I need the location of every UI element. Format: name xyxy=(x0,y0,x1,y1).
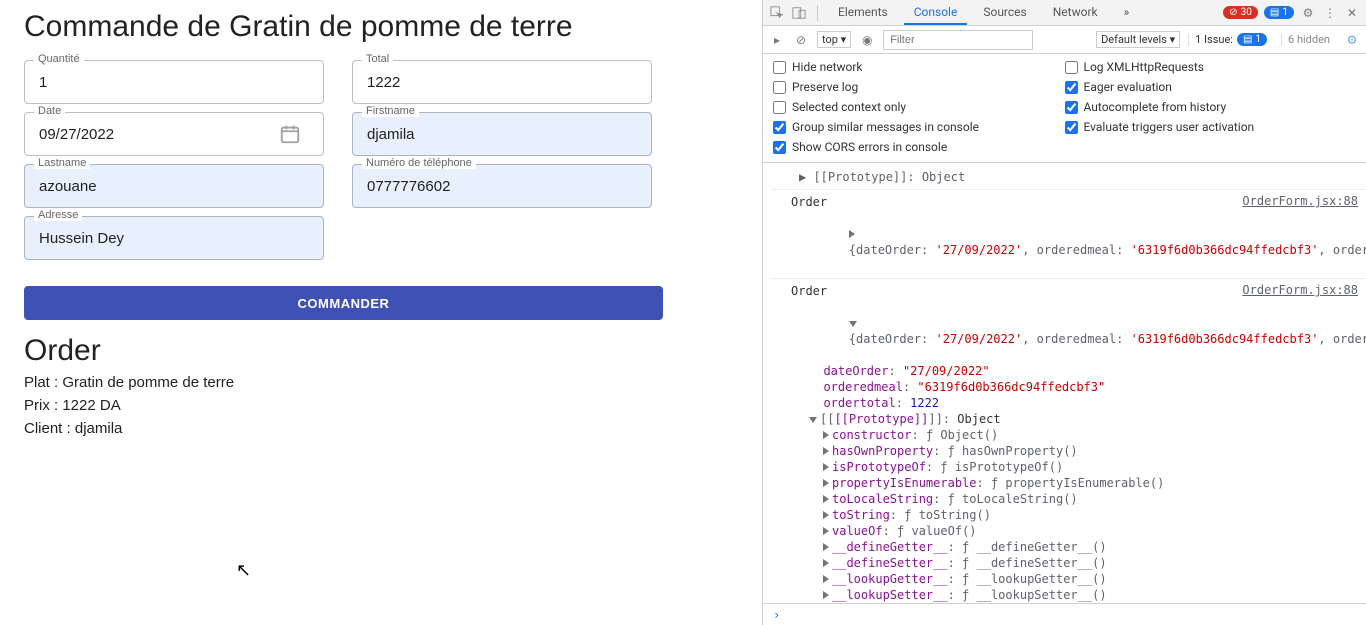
proto-toLocaleString[interactable]: toLocaleString: ƒ toLocaleString() xyxy=(823,491,1366,507)
console-output[interactable]: ▶ [[Prototype]]: Object OrderForm.jsx:88… xyxy=(763,163,1366,603)
order-client: Client : djamila xyxy=(24,420,738,437)
kebab-icon[interactable]: ⋮ xyxy=(1322,5,1338,21)
tel-field: Numéro de téléphone xyxy=(352,164,652,208)
total-field: Total xyxy=(352,60,652,104)
context-select[interactable]: top ▾ xyxy=(817,31,851,48)
log-xml-checkbox[interactable]: Log XMLHttpRequests xyxy=(1065,60,1357,74)
issues-indicator[interactable]: 1 Issue: ▤ 1 xyxy=(1188,33,1273,46)
devtools-toolbar-console: ▸ ⊘ top ▾ ◉ Default levels ▾ 1 Issue: ▤ … xyxy=(763,26,1366,54)
date-label: Date xyxy=(34,105,65,117)
source-link[interactable]: OrderForm.jsx:88 xyxy=(1242,283,1358,297)
devtools-panel: Elements Console Sources Network » ⊘ 30 … xyxy=(762,0,1366,625)
expand-icon[interactable] xyxy=(849,230,855,238)
address-input[interactable] xyxy=(24,216,324,260)
firstname-field: Firstname xyxy=(352,112,652,156)
prop-orderedmeal: orderedmeal: "6319f6d0b366dc94ffedcbf3" xyxy=(809,379,1366,395)
proto-defineSetter[interactable]: __defineSetter__: ƒ __defineSetter__() xyxy=(823,555,1366,571)
quantity-input[interactable] xyxy=(24,60,324,104)
autocomplete-checkbox[interactable]: Autocomplete from history xyxy=(1065,100,1357,114)
inspect-icon[interactable] xyxy=(769,5,785,21)
clear-console-icon[interactable]: ⊘ xyxy=(793,32,809,48)
prototype-line-top[interactable]: ▶ [[Prototype]]: Object xyxy=(771,165,1366,190)
proto-lookupGetter[interactable]: __lookupGetter__: ƒ __lookupGetter__() xyxy=(823,571,1366,587)
tel-input[interactable] xyxy=(352,164,652,208)
order-plat: Plat : Gratin de pomme de terre xyxy=(24,374,738,391)
log-object-collapsed[interactable]: {dateOrder: '27/09/2022', orderedmeal: '… xyxy=(791,210,1366,274)
date-input-wrapper: 09/27/2022 xyxy=(24,112,324,156)
levels-select[interactable]: Default levels ▾ xyxy=(1096,31,1180,48)
hidden-count: 6 hidden xyxy=(1281,33,1336,46)
prop-prototype[interactable]: [[[[Prototype]]]]: Object xyxy=(809,411,1366,427)
date-input[interactable]: 09/27/2022 xyxy=(39,126,114,143)
eval-triggers-checkbox[interactable]: Evaluate triggers user activation xyxy=(1065,120,1357,134)
preserve-log-checkbox[interactable]: Preserve log xyxy=(773,80,1065,94)
tab-more[interactable]: » xyxy=(1114,1,1140,25)
tab-sources[interactable]: Sources xyxy=(973,1,1036,25)
error-badge[interactable]: ⊘ 30 xyxy=(1223,6,1258,19)
gear-icon[interactable]: ⚙ xyxy=(1300,5,1316,21)
group-similar-checkbox[interactable]: Group similar messages in console xyxy=(773,120,1065,134)
source-link[interactable]: OrderForm.jsx:88 xyxy=(1242,194,1358,208)
lastname-field: Lastname xyxy=(24,164,324,208)
total-input[interactable] xyxy=(352,60,652,104)
console-prompt[interactable]: › xyxy=(763,603,1366,625)
log-object-expanded-header[interactable]: {dateOrder: '27/09/2022', orderedmeal: '… xyxy=(791,299,1366,363)
prop-ordertotal: ordertotal: 1222 xyxy=(809,395,1366,411)
quantity-label: Quantité xyxy=(34,53,84,65)
address-field: Adresse xyxy=(24,216,324,260)
calendar-icon[interactable] xyxy=(279,123,301,145)
eager-eval-checkbox[interactable]: Eager evaluation xyxy=(1065,80,1357,94)
tab-elements[interactable]: Elements xyxy=(828,1,898,25)
firstname-label: Firstname xyxy=(362,105,419,117)
page-title: Commande de Gratin de pomme de terre xyxy=(24,10,738,44)
devtools-toolbar-main: Elements Console Sources Network » ⊘ 30 … xyxy=(763,0,1366,26)
proto-constructor[interactable]: constructor: ƒ Object() xyxy=(823,427,1366,443)
selected-context-checkbox[interactable]: Selected context only xyxy=(773,100,1065,114)
date-field: Date 09/27/2022 xyxy=(24,112,324,156)
prop-dateOrder: dateOrder: "27/09/2022" xyxy=(809,363,1366,379)
lastname-label: Lastname xyxy=(34,157,90,169)
total-label: Total xyxy=(362,53,393,65)
app-page: Commande de Gratin de pomme de terre Qua… xyxy=(0,0,762,625)
collapse-icon[interactable] xyxy=(849,321,857,327)
toolbar-separator xyxy=(817,5,818,21)
firstname-input[interactable] xyxy=(352,112,652,156)
proto-defineGetter[interactable]: __defineGetter__: ƒ __defineGetter__() xyxy=(823,539,1366,555)
sidebar-toggle-icon[interactable]: ▸ xyxy=(769,32,785,48)
order-heading: Order xyxy=(24,334,738,368)
live-expression-icon[interactable]: ◉ xyxy=(859,32,875,48)
message-badge[interactable]: ▤ 1 xyxy=(1264,6,1294,19)
proto-propertyIsEnumerable[interactable]: propertyIsEnumerable: ƒ propertyIsEnumer… xyxy=(823,475,1366,491)
console-log-entry[interactable]: OrderForm.jsx:88 Order {dateOrder: '27/0… xyxy=(771,190,1366,279)
tab-console[interactable]: Console xyxy=(904,1,968,25)
console-log-entry-expanded[interactable]: OrderForm.jsx:88 Order {dateOrder: '27/0… xyxy=(771,279,1366,603)
close-icon[interactable]: ✕ xyxy=(1344,5,1360,21)
tab-network[interactable]: Network xyxy=(1043,1,1108,25)
tel-label: Numéro de téléphone xyxy=(362,157,476,169)
address-label: Adresse xyxy=(34,209,82,221)
proto-toString[interactable]: toString: ƒ toString() xyxy=(823,507,1366,523)
quantity-field: Quantité xyxy=(24,60,324,104)
filter-input[interactable] xyxy=(883,30,1033,50)
proto-valueOf[interactable]: valueOf: ƒ valueOf() xyxy=(823,523,1366,539)
device-icon[interactable] xyxy=(791,5,807,21)
console-settings: Hide network Preserve log Selected conte… xyxy=(763,54,1366,163)
proto-isPrototypeOf[interactable]: isPrototypeOf: ƒ isPrototypeOf() xyxy=(823,459,1366,475)
lastname-input[interactable] xyxy=(24,164,324,208)
order-prix: Prix : 1222 DA xyxy=(24,397,738,414)
hide-network-checkbox[interactable]: Hide network xyxy=(773,60,1065,74)
proto-hasOwnProperty[interactable]: hasOwnProperty: ƒ hasOwnProperty() xyxy=(823,443,1366,459)
cors-errors-checkbox[interactable]: Show CORS errors in console xyxy=(773,140,1065,154)
console-settings-icon[interactable]: ⚙ xyxy=(1344,32,1360,48)
submit-button[interactable]: COMMANDER xyxy=(24,286,663,320)
proto-lookupSetter[interactable]: __lookupSetter__: ƒ __lookupSetter__() xyxy=(823,587,1366,603)
